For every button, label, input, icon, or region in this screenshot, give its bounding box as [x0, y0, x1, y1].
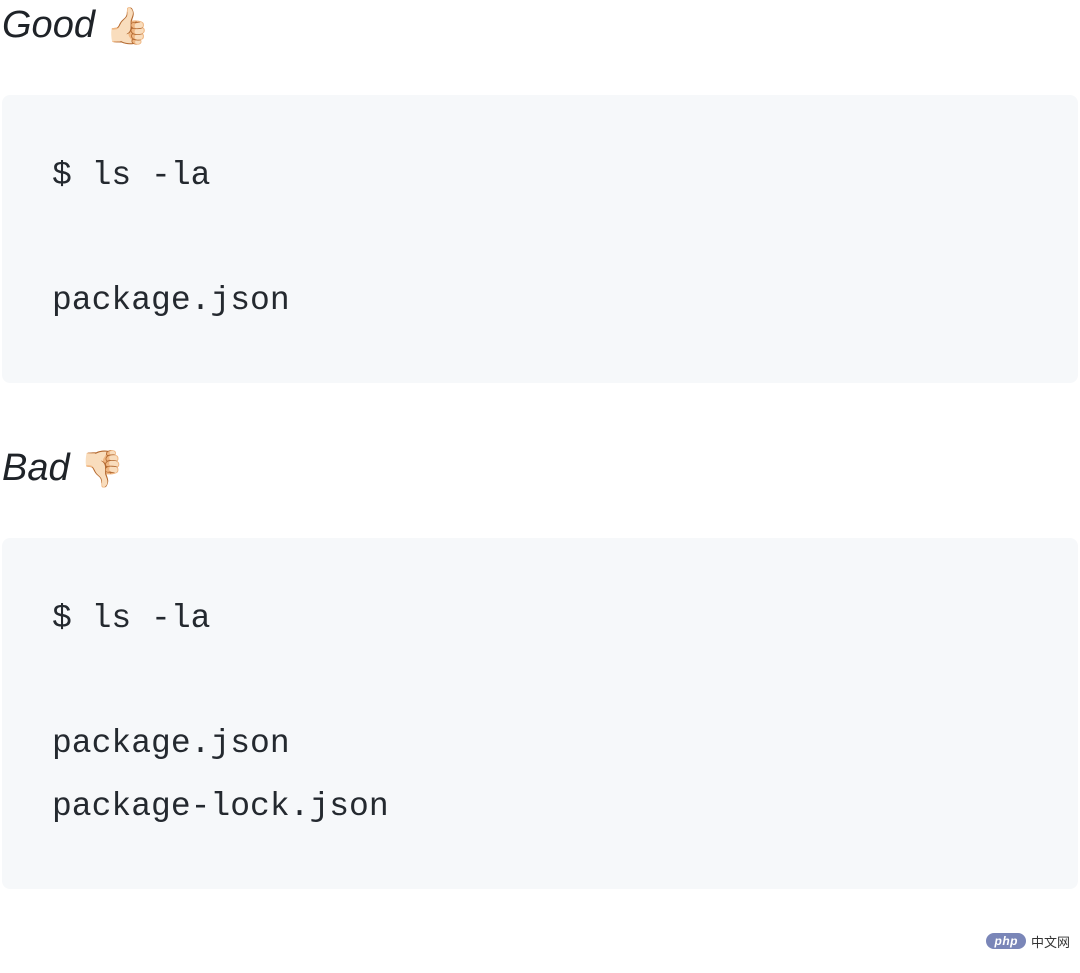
bad-code-block: $ ls -la package.json package-lock.json: [2, 538, 1078, 889]
good-code-block: $ ls -la package.json: [2, 95, 1078, 383]
bad-section-label: Bad 👎🏻: [2, 447, 1078, 490]
php-badge-icon: php: [986, 933, 1026, 949]
bad-label-text: Bad: [2, 447, 70, 490]
thumbs-down-icon: 👎🏻: [80, 448, 125, 490]
watermark-text: 中文网: [1031, 932, 1070, 951]
bad-code-content: $ ls -la package.json package-lock.json: [52, 588, 1028, 839]
watermark: php 中文网: [986, 932, 1070, 951]
good-section-label: Good 👍🏻: [2, 4, 1078, 47]
good-code-content: $ ls -la package.json: [52, 145, 1028, 333]
thumbs-up-icon: 👍🏻: [105, 5, 150, 47]
good-label-text: Good: [2, 4, 95, 47]
